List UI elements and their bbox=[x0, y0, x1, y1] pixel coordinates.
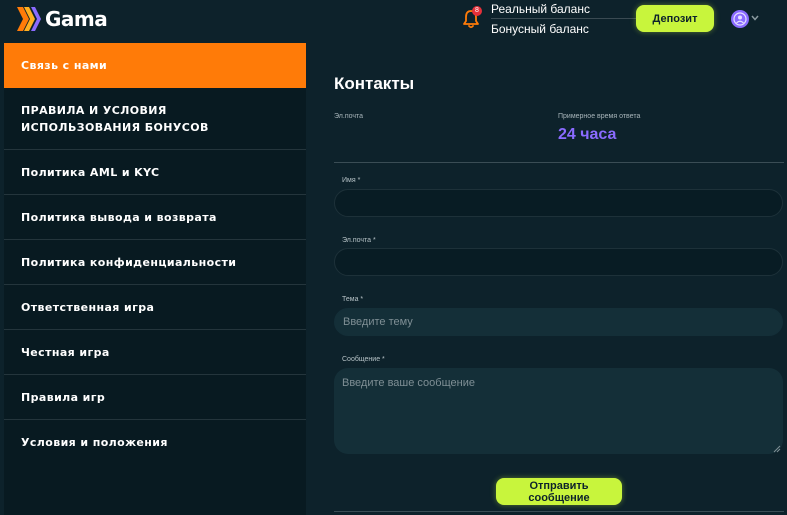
contacts-panel: Контакты Эл.почта Примерное время ответа… bbox=[306, 43, 787, 515]
sidebar-item-game-rules[interactable]: Правила игр bbox=[4, 375, 306, 420]
user-avatar-icon[interactable] bbox=[731, 10, 749, 28]
resize-grip-icon[interactable] bbox=[773, 445, 781, 453]
sidebar-item-terms-conditions[interactable]: Условия и положения bbox=[4, 420, 306, 465]
deposit-button[interactable]: Депозит bbox=[636, 5, 714, 32]
contact-email-label: Эл.почта bbox=[334, 113, 364, 120]
logo[interactable]: Gama bbox=[16, 5, 108, 33]
logo-text: Gama bbox=[45, 7, 108, 31]
notification-badge: 8 bbox=[472, 6, 482, 16]
bottom-divider bbox=[334, 511, 784, 512]
logo-chevrons-icon bbox=[17, 7, 41, 31]
bonus-balance-label[interactable]: Бонусный баланс bbox=[491, 22, 589, 36]
sidebar: Связь с нами ПРАВИЛА И УСЛОВИЯ ИСПОЛЬЗОВ… bbox=[4, 43, 306, 515]
sidebar-item-label: Связь с нами bbox=[21, 59, 108, 72]
header: Gama 8 Реальный баланс Бонусный баланс Д… bbox=[0, 0, 787, 42]
name-label: Имя * bbox=[342, 177, 361, 184]
real-balance-label[interactable]: Реальный баланс bbox=[491, 2, 590, 16]
sidebar-item-label: Условия и положения bbox=[21, 436, 168, 449]
sidebar-item-label: Политика вывода и возврата bbox=[21, 210, 217, 224]
section-divider bbox=[334, 162, 784, 163]
subject-label: Тема * bbox=[342, 296, 364, 303]
response-time-label: Примерное время ответа bbox=[558, 113, 641, 120]
sidebar-item-fair-play[interactable]: Честная игра bbox=[4, 330, 306, 375]
balance-divider bbox=[491, 18, 637, 19]
sidebar-item-label: Ответственная игра bbox=[21, 300, 155, 314]
send-message-button[interactable]: Отправить сообщение bbox=[496, 478, 622, 505]
sidebar-item-privacy-policy[interactable]: Политика конфиденциальности bbox=[4, 240, 306, 285]
message-textarea[interactable] bbox=[334, 368, 783, 454]
sidebar-item-label: ПРАВИЛА И УСЛОВИЯ ИСПОЛЬЗОВАНИЯ БОНУСОВ bbox=[21, 103, 209, 134]
email-input[interactable] bbox=[334, 248, 783, 276]
chevron-down-icon[interactable] bbox=[751, 15, 759, 21]
response-time-value: 24 часа bbox=[558, 126, 617, 143]
name-input[interactable] bbox=[334, 189, 783, 217]
sidebar-item-label: Честная игра bbox=[21, 345, 110, 359]
sidebar-item-label: Политика AML и KYC bbox=[21, 165, 160, 179]
subject-input[interactable] bbox=[334, 308, 783, 336]
sidebar-item-responsible-gaming[interactable]: Ответственная игра bbox=[4, 285, 306, 330]
page-title: Контакты bbox=[334, 74, 415, 93]
sidebar-item-aml-kyc[interactable]: Политика AML и KYC bbox=[4, 150, 306, 195]
email-label: Эл.почта * bbox=[342, 237, 376, 244]
sidebar-item-contact-us[interactable]: Связь с нами bbox=[4, 43, 306, 88]
sidebar-item-bonus-terms[interactable]: ПРАВИЛА И УСЛОВИЯ ИСПОЛЬЗОВАНИЯ БОНУСОВ bbox=[4, 88, 306, 150]
sidebar-item-label: Правила игр bbox=[21, 390, 106, 404]
sidebar-item-withdrawal-policy[interactable]: Политика вывода и возврата bbox=[4, 195, 306, 240]
sidebar-item-label: Политика конфиденциальности bbox=[21, 255, 237, 269]
message-label: Сообщение * bbox=[342, 356, 385, 363]
